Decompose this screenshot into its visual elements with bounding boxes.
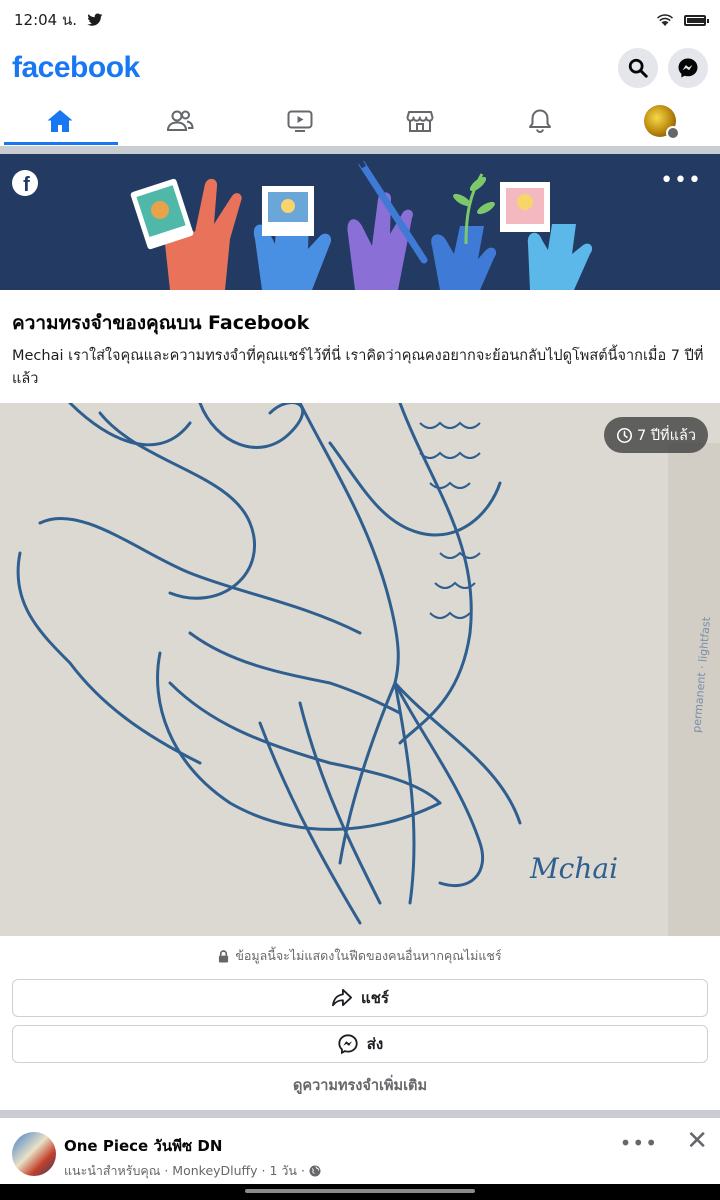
tab-watch[interactable]	[240, 96, 360, 146]
messenger-send-icon	[338, 1034, 358, 1055]
profile-avatar	[644, 105, 680, 140]
memory-photo[interactable]: permanent · lightfast Mchai 7 ปีที่แล้ว	[0, 403, 720, 936]
facebook-logo[interactable]: facebook	[12, 51, 140, 85]
main-tabs	[0, 96, 720, 146]
post-more-options-icon[interactable]: •••	[620, 1131, 658, 1155]
system-nav-bar	[0, 1184, 720, 1200]
clock-icon	[617, 427, 633, 443]
home-gesture-bar[interactable]	[245, 1189, 475, 1193]
hands-illustration	[130, 156, 593, 290]
messenger-button[interactable]	[668, 48, 708, 88]
close-icon[interactable]: ✕	[686, 1126, 708, 1156]
twitter-icon	[87, 13, 103, 26]
battery-icon	[684, 14, 709, 26]
bell-icon	[529, 109, 551, 134]
page-avatar[interactable]	[12, 1132, 56, 1176]
friends-icon	[166, 110, 194, 131]
store-icon	[406, 111, 434, 132]
wifi-icon	[656, 14, 674, 26]
home-icon	[47, 110, 73, 132]
share-icon	[332, 988, 353, 1007]
send-button[interactable]: ส่ง	[12, 1025, 708, 1063]
status-time: 12:04 น.	[14, 11, 78, 29]
koi-sketch-image: permanent · lightfast Mchai	[0, 403, 720, 936]
menu-icon	[666, 126, 680, 140]
privacy-note: ข้อมูลนี้จะไม่แสดงในฟีดของคนอื่นหากคุณไม…	[0, 946, 720, 966]
tab-home[interactable]	[0, 96, 120, 146]
see-more-memories-link[interactable]: ดูความทรงจำเพิ่มเติม	[0, 1074, 720, 1097]
tab-menu[interactable]	[600, 96, 720, 146]
memory-description: Mechai เราใส่ใจคุณและความทรงจำที่คุณแชร์…	[12, 348, 704, 387]
memory-age-text: 7 ปีที่แล้ว	[637, 427, 696, 444]
post-meta: แนะนำสำหรับคุณ · MonkeyDluffy · 1 วัน ·	[64, 1161, 321, 1181]
memories-banner: f •••	[0, 154, 720, 290]
messenger-icon	[678, 58, 698, 78]
privacy-text: ข้อมูลนี้จะไม่แสดงในฟีดของคนอื่นหากคุณไม…	[235, 948, 502, 963]
search-icon	[628, 58, 648, 78]
memory-age-badge: 7 ปีที่แล้ว	[604, 417, 708, 453]
globe-icon	[309, 1165, 321, 1177]
search-button[interactable]	[618, 48, 658, 88]
page-name[interactable]: One Piece วันพีซ DN	[64, 1134, 222, 1158]
tab-notifications[interactable]	[480, 96, 600, 146]
memory-title: ความทรงจำของคุณบน Facebook	[12, 312, 310, 334]
share-button[interactable]: แชร์	[12, 979, 708, 1017]
app-header: facebook	[0, 40, 720, 96]
section-divider	[0, 146, 720, 154]
tab-friends[interactable]	[120, 96, 240, 146]
signature-text: Mchai	[529, 852, 618, 885]
tab-marketplace[interactable]	[360, 96, 480, 146]
post-meta-text: แนะนำสำหรับคุณ · MonkeyDluffy · 1 วัน ·	[64, 1163, 305, 1178]
section-divider	[0, 1110, 720, 1118]
lock-icon	[219, 949, 229, 962]
status-bar: 12:04 น.	[0, 0, 720, 40]
video-icon	[287, 110, 313, 132]
send-label: ส่ง	[366, 1035, 384, 1053]
share-label: แชร์	[361, 989, 389, 1007]
